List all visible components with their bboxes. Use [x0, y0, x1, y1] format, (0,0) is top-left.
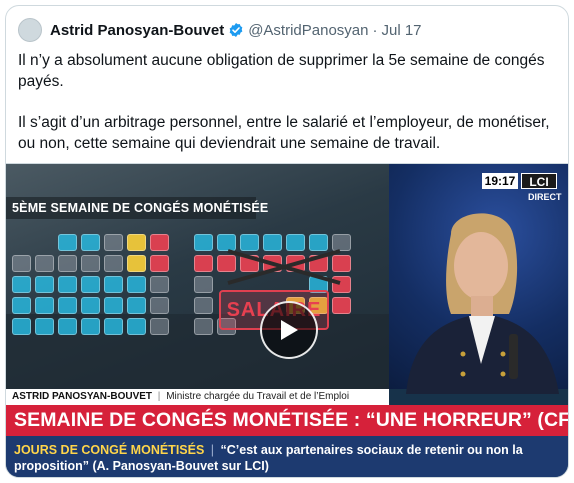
tweet-header: Astrid Panosyan-Bouvet @AstridPanosyan ·…	[18, 17, 422, 43]
tweet-paragraph-1: Il n’y a absolument aucune obligation de…	[18, 52, 545, 90]
live-label: DIRECT	[528, 192, 562, 202]
graphic-panel-title: 5ÈME SEMAINE DE CONGÉS MONÉTISÉE	[6, 197, 268, 219]
guest-name-strip: ASTRID PANOSYAN-BOUVET | Ministre chargé…	[6, 389, 389, 405]
presenter-image	[406, 213, 559, 394]
sub-kicker: JOURS DE CONGÉ MONÉTISÉS	[14, 443, 205, 457]
sub-banner: JOURS DE CONGÉ MONÉTISÉS | “C’est aux pa…	[6, 436, 568, 477]
tweet-date[interactable]: Jul 17	[382, 22, 422, 39]
calendar-grid-left	[12, 234, 169, 335]
channel-logo: LCI	[521, 173, 557, 189]
tweet-text: Il n’y a absolument aucune obligation de…	[18, 50, 563, 174]
guest-name: ASTRID PANOSYAN-BOUVET	[12, 391, 153, 402]
headline-banner: SEMAINE DE CONGÉS MONÉTISÉE : “UNE HORRE…	[6, 405, 568, 436]
guest-separator: |	[157, 391, 161, 402]
clock-badge: 19:17	[482, 173, 518, 189]
verified-badge-icon	[228, 22, 244, 38]
sub-separator: |	[210, 443, 215, 457]
play-button[interactable]	[260, 301, 318, 359]
author-avatar[interactable]	[18, 18, 42, 42]
header-separator: ·	[372, 21, 378, 39]
tweet-paragraph-2: Il s’agit d’un arbitrage personnel, entr…	[18, 114, 550, 152]
author-handle[interactable]: @AstridPanosyan	[248, 22, 368, 39]
play-icon	[281, 320, 298, 340]
guest-role: Ministre chargée du Travail et de l’Empl…	[166, 391, 350, 402]
video-player[interactable]: 5ÈME SEMAINE DE CONGÉS MONÉTISÉE SALAIRE	[6, 163, 568, 477]
author-name[interactable]: Astrid Panosyan-Bouvet	[50, 22, 224, 39]
cross-mark	[227, 249, 341, 285]
tweet-card[interactable]: Astrid Panosyan-Bouvet @AstridPanosyan ·…	[5, 5, 569, 478]
